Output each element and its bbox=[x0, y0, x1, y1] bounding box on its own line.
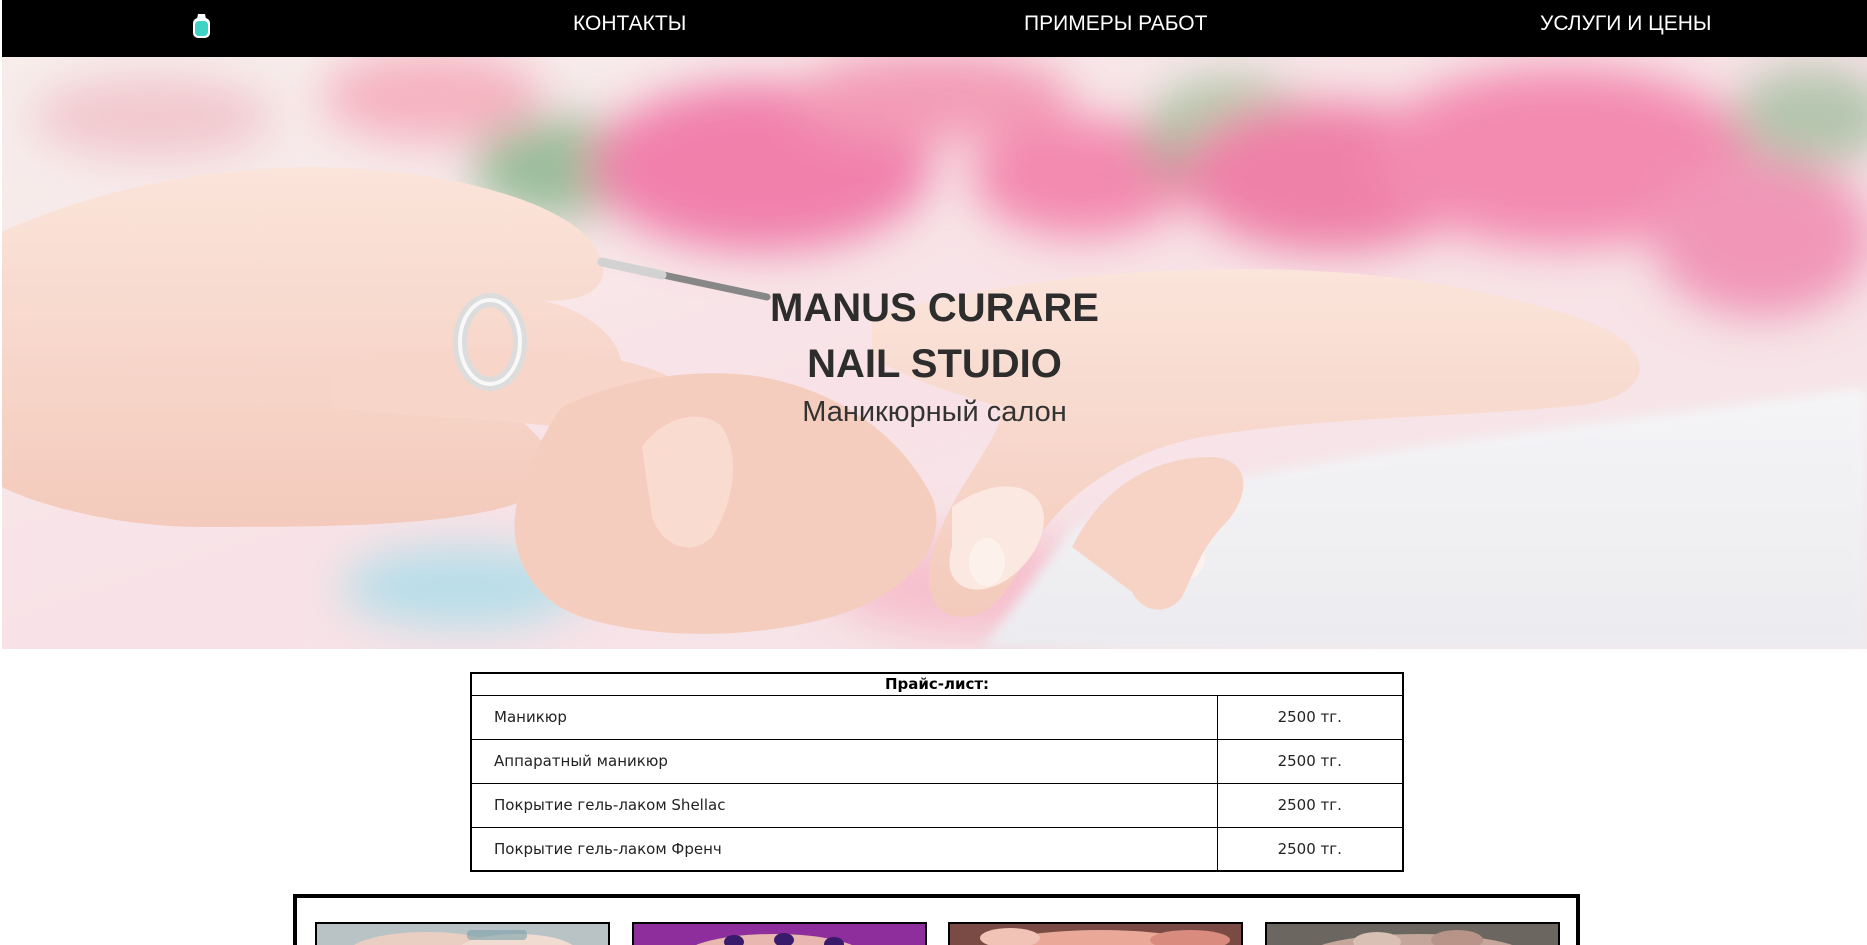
service-price: 2500 тг. bbox=[1216, 827, 1403, 872]
manicure-photo bbox=[1267, 924, 1558, 945]
table-row: Аппаратный маникюр 2500 тг. bbox=[471, 739, 1403, 784]
manicure-photo bbox=[317, 924, 608, 945]
gallery-item-2[interactable] bbox=[632, 922, 927, 945]
service-price: 2500 тг. bbox=[1216, 783, 1403, 828]
table-row: Покрытие гель-лаком Shellac 2500 тг. bbox=[471, 783, 1403, 828]
page: КОНТАКТЫ ПРИМЕРЫ РАБОТ УСЛУГИ И ЦЕНЫ MAN… bbox=[0, 0, 1867, 945]
nail-polish-icon[interactable] bbox=[192, 13, 211, 39]
table-row: Маникюр 2500 тг. bbox=[471, 695, 1403, 740]
service-name: Аппаратный маникюр bbox=[471, 739, 1217, 784]
hero-subtitle: Маникюрный салон bbox=[802, 396, 1067, 428]
service-price: 2500 тг. bbox=[1216, 695, 1403, 740]
service-name: Маникюр bbox=[471, 695, 1217, 740]
price-list-header: Прайс-лист: bbox=[471, 673, 1403, 696]
table-row: Покрытие гель-лаком Френч 2500 тг. bbox=[471, 827, 1403, 872]
service-name: Покрытие гель-лаком Shellac bbox=[471, 783, 1217, 828]
works-gallery bbox=[293, 894, 1580, 945]
gallery-item-4[interactable] bbox=[1265, 922, 1560, 945]
hero-title-line1: MANUS CURARE bbox=[770, 286, 1099, 330]
nav-link-services[interactable]: УСЛУГИ И ЦЕНЫ bbox=[1540, 12, 1711, 36]
manicure-photo bbox=[634, 924, 925, 945]
price-list-header-row: Прайс-лист: bbox=[471, 673, 1403, 696]
top-navbar: КОНТАКТЫ ПРИМЕРЫ РАБОТ УСЛУГИ И ЦЕНЫ bbox=[2, 0, 1867, 57]
service-name: Покрытие гель-лаком Френч bbox=[471, 827, 1217, 872]
hero-title-line2: NAIL STUDIO bbox=[807, 342, 1062, 386]
price-list-table: Прайс-лист: Маникюр 2500 тг. Аппаратный … bbox=[470, 672, 1404, 872]
nav-link-contacts[interactable]: КОНТАКТЫ bbox=[573, 12, 686, 36]
gallery-item-1[interactable] bbox=[315, 922, 610, 945]
service-price: 2500 тг. bbox=[1216, 739, 1403, 784]
nav-link-works[interactable]: ПРИМЕРЫ РАБОТ bbox=[1024, 12, 1207, 36]
gallery-item-3[interactable] bbox=[948, 922, 1243, 945]
manicure-photo bbox=[950, 924, 1241, 945]
hero-banner: MANUS CURARE NAIL STUDIO Маникюрный сало… bbox=[2, 57, 1867, 649]
